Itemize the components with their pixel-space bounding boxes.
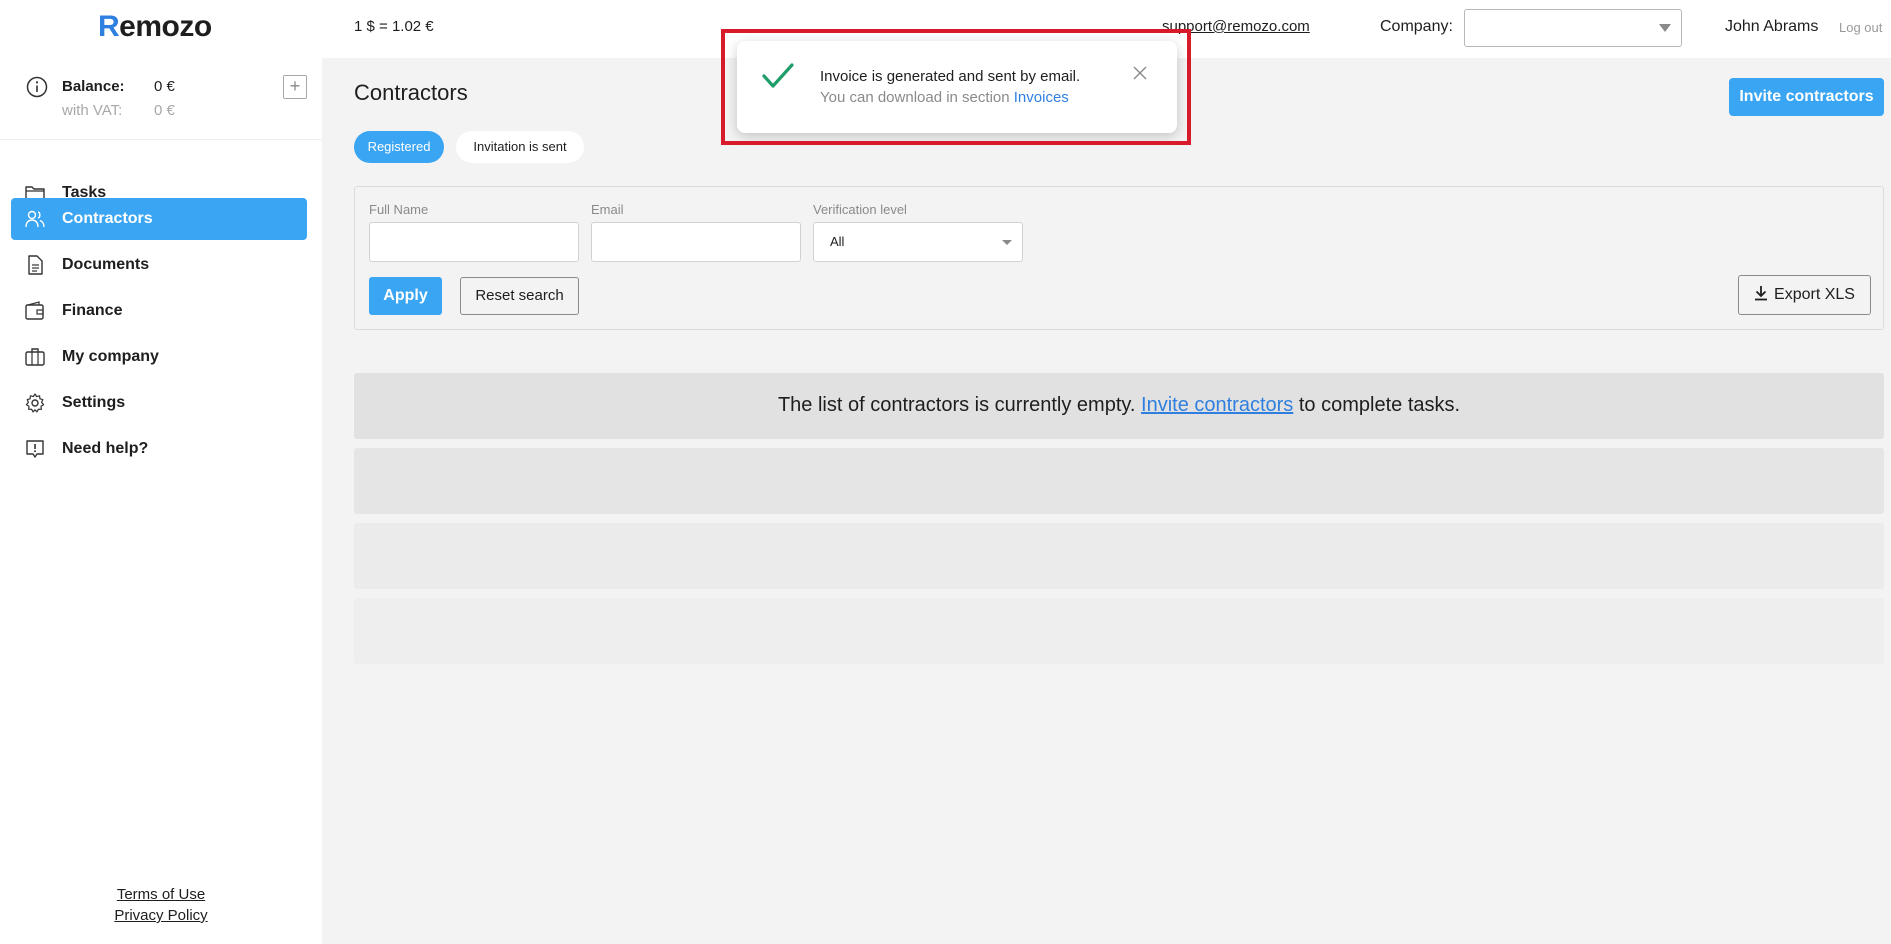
user-name: John Abrams [1725, 18, 1819, 35]
sidebar-item-label: My company [62, 348, 159, 365]
empty-state-row: The list of contractors is currently emp… [354, 373, 1884, 439]
download-icon [1755, 286, 1768, 301]
sidebar-item-label: Settings [62, 394, 126, 411]
sidebar-item-settings[interactable]: Settings [11, 382, 307, 424]
gear-icon [25, 393, 45, 413]
placeholder-row [354, 598, 1884, 664]
exchange-rate: 1 $ = 1.02 € [354, 18, 434, 35]
chevron-down-icon [1659, 24, 1671, 32]
sidebar-item-finance[interactable]: Finance [11, 290, 307, 332]
document-icon [28, 255, 43, 275]
page-title: Contractors [354, 80, 468, 105]
apply-button[interactable]: Apply [369, 277, 442, 315]
company-select[interactable] [1464, 9, 1682, 47]
privacy-policy-link[interactable]: Privacy Policy [0, 905, 322, 926]
export-xls-label: Export XLS [1774, 286, 1855, 303]
sidebar-footer: Terms of Use Privacy Policy [0, 884, 322, 926]
placeholder-row [354, 523, 1884, 589]
verification-level-value: All [830, 234, 845, 249]
placeholder-row [354, 448, 1884, 514]
balance-value: 0 € [154, 78, 175, 95]
filter-panel: Full Name Email Verification level All A… [354, 186, 1884, 330]
briefcase-icon [25, 348, 45, 366]
full-name-label: Full Name [369, 202, 429, 217]
sidebar-item-label: Contractors [62, 210, 153, 227]
help-icon [26, 440, 44, 458]
balance-label: Balance: [62, 78, 125, 95]
sidebar-item-documents[interactable]: Documents [11, 244, 307, 286]
wallet-icon [25, 301, 44, 320]
email-label: Email [591, 202, 624, 217]
add-balance-button[interactable]: + [283, 75, 307, 99]
toast-highlight-box [721, 29, 1191, 145]
logout-link[interactable]: Log out [1839, 20, 1882, 35]
remozo-logo[interactable]: Remozo [98, 10, 212, 44]
sidebar-item-my-company[interactable]: My company [11, 336, 307, 378]
invite-contractors-link[interactable]: Invite contractors [1141, 394, 1293, 416]
company-label: Company: [1380, 18, 1453, 35]
reset-search-button[interactable]: Reset search [460, 277, 579, 315]
sidebar: Balance: 0 € with VAT: 0 € + Tasks Contr… [0, 58, 322, 944]
vat-value: 0 € [154, 102, 175, 119]
empty-state-message: The list of contractors is currently emp… [777, 394, 1461, 416]
users-icon [25, 210, 45, 228]
sidebar-item-label: Finance [62, 302, 123, 319]
email-input[interactable] [591, 222, 801, 262]
sidebar-item-contractors[interactable]: Contractors [11, 198, 307, 240]
vat-label: with VAT: [62, 102, 123, 119]
sidebar-item-need-help[interactable]: Need help? [11, 428, 307, 470]
balance-panel: Balance: 0 € with VAT: 0 € + [0, 58, 322, 140]
chevron-down-icon [1002, 240, 1012, 245]
sidebar-item-label: Documents [62, 256, 150, 273]
export-xls-button[interactable]: Export XLS [1738, 275, 1871, 315]
tab-invitation-sent[interactable]: Invitation is sent [456, 131, 584, 163]
invite-contractors-button[interactable]: Invite contractors [1729, 78, 1884, 116]
verification-level-label: Verification level [813, 202, 907, 217]
info-icon[interactable] [26, 76, 48, 98]
full-name-input[interactable] [369, 222, 579, 262]
terms-of-use-link[interactable]: Terms of Use [0, 884, 322, 905]
verification-level-select[interactable]: All [813, 222, 1023, 262]
sidebar-item-label: Need help? [62, 440, 149, 457]
tab-registered[interactable]: Registered [354, 131, 444, 163]
